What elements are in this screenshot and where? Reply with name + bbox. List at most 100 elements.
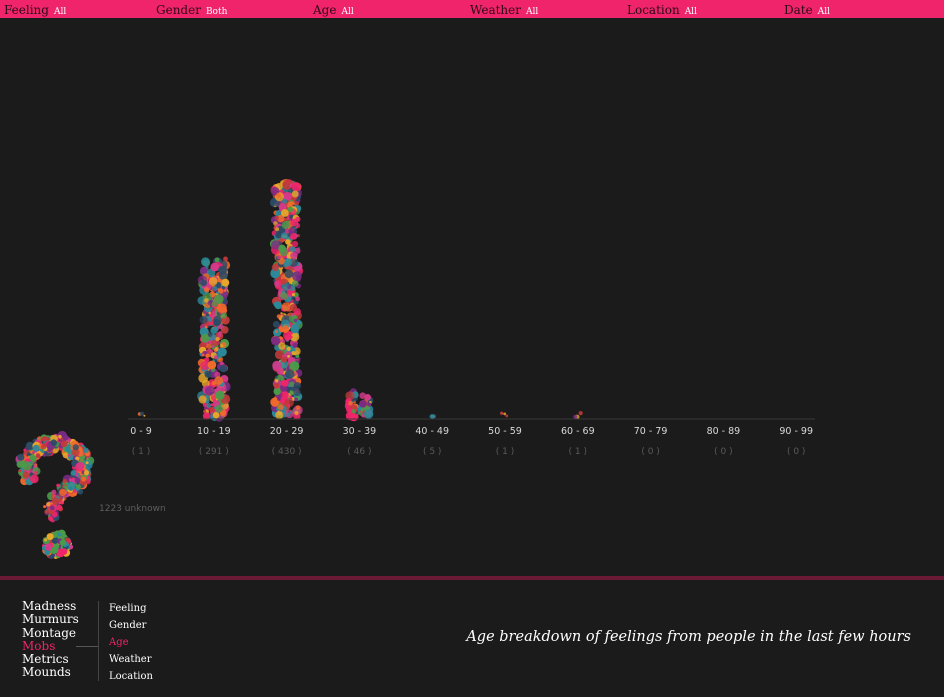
feeling-bubble (357, 411, 361, 415)
age-bin-label: 20 - 29 (270, 426, 304, 437)
feeling-bubble (199, 315, 208, 324)
filter-age[interactable]: Age All (313, 1, 354, 17)
feeling-bubble (278, 244, 286, 253)
feeling-bubble (276, 192, 282, 198)
unknown-bubble (52, 494, 57, 498)
unknown-bubble (60, 548, 68, 555)
unknown-bubble (50, 439, 57, 447)
feeling-bubble (364, 394, 372, 401)
filter-value: All (341, 7, 354, 17)
feeling-bubble (203, 409, 207, 414)
nav-item-montage[interactable]: Montage (22, 626, 79, 640)
filter-label: Feeling (4, 3, 49, 17)
feeling-bubble (294, 410, 299, 415)
feeling-bubble (219, 364, 228, 373)
unknown-bubble (22, 461, 32, 471)
filter-gender[interactable]: Gender Both (156, 1, 227, 17)
feeling-bubble (274, 330, 278, 334)
feeling-bubble (202, 353, 205, 357)
filter-label: Weather (470, 3, 521, 17)
feeling-bubble (201, 257, 210, 267)
unknown-bubble (83, 447, 89, 454)
feeling-bubble (204, 287, 210, 293)
subnav-divider (98, 601, 99, 681)
feeling-bubble (294, 397, 298, 402)
feeling-bubble (289, 232, 297, 240)
nav-item-murmurs[interactable]: Murmurs (22, 612, 79, 626)
feeling-bubble (212, 411, 220, 419)
unknown-bubble (45, 543, 53, 551)
feeling-bubble (276, 314, 281, 319)
feeling-bubble (284, 269, 294, 279)
chart-caption: Age breakdown of feelings from people in… (466, 629, 911, 645)
age-bin-count: ( 1 ) (132, 447, 150, 457)
feeling-bubble (286, 412, 291, 417)
unknown-bubble (17, 453, 25, 461)
subnav-item-location[interactable]: Location (109, 668, 153, 685)
filter-weather[interactable]: Weather All (470, 1, 538, 17)
feeling-bubble (210, 321, 214, 325)
age-bin-label: 60 - 69 (561, 426, 595, 437)
nav-item-metrics[interactable]: Metrics (22, 652, 79, 666)
section-divider (0, 576, 944, 580)
sub-nav: Feeling Gender Age Weather Location (109, 600, 153, 685)
feeling-bubble (293, 388, 301, 397)
filter-date[interactable]: Date All (784, 1, 830, 17)
feeling-bubble (200, 279, 208, 287)
filter-feeling[interactable]: Feeling All (4, 1, 66, 17)
feeling-bubble (573, 414, 578, 419)
subnav-item-gender[interactable]: Gender (109, 617, 153, 634)
feeling-bubble (207, 332, 213, 338)
unknown-bubble (63, 435, 69, 441)
feeling-bubble (205, 353, 210, 358)
feeling-bubble (275, 227, 280, 232)
filter-location[interactable]: Location All (627, 1, 697, 17)
feeling-bubble (214, 376, 223, 385)
feeling-bubble (204, 370, 212, 378)
subnav-item-weather[interactable]: Weather (109, 651, 153, 668)
feeling-bubble (289, 411, 293, 414)
subnav-item-age[interactable]: Age (109, 634, 153, 651)
age-bin-count: ( 0 ) (714, 447, 732, 457)
feeling-bubble (281, 356, 288, 363)
feeling-bubble (351, 409, 357, 414)
feeling-bubble (505, 414, 509, 418)
filter-value: Both (205, 7, 228, 17)
nav-item-mounds[interactable]: Mounds (22, 666, 79, 680)
nav-item-mobs[interactable]: Mobs (22, 639, 79, 653)
feeling-bubble (288, 227, 295, 234)
unknown-bubble (73, 492, 77, 496)
feeling-bubble (287, 404, 291, 407)
filter-value: All (817, 7, 830, 17)
feeling-bubble (273, 387, 281, 396)
feeling-bubble (348, 400, 353, 406)
unknown-bubble (18, 469, 22, 473)
age-bin-count: ( 291 ) (199, 447, 229, 457)
feeling-bubble (213, 318, 221, 327)
unknown-bubble (32, 444, 40, 452)
feeling-bubble (271, 336, 281, 346)
feeling-bubble (291, 293, 296, 297)
age-bin-count: ( 1 ) (569, 447, 587, 457)
feeling-bubble (210, 403, 214, 407)
feeling-bubble (290, 252, 298, 260)
feeling-bubble (288, 381, 295, 388)
feeling-bubble (367, 402, 372, 407)
age-bin-count: ( 46 ) (347, 447, 371, 457)
feeling-bubble (214, 355, 218, 360)
subnav-item-feeling[interactable]: Feeling (109, 600, 153, 617)
feeling-bubble (292, 342, 298, 348)
feeling-bubble (287, 284, 292, 289)
feeling-bubble (578, 411, 583, 416)
feeling-bubble (293, 382, 301, 390)
nav-connector-line (76, 646, 98, 647)
feeling-bubble (293, 318, 298, 323)
feeling-bubble (219, 344, 224, 348)
feeling-bubble (291, 240, 299, 248)
nav-item-madness[interactable]: Madness (22, 599, 79, 613)
feeling-bubble (281, 379, 289, 387)
unknown-bubble (66, 481, 76, 491)
feeling-bubble (207, 360, 217, 370)
feeling-bubble (206, 403, 212, 408)
feeling-bubble (291, 333, 295, 337)
